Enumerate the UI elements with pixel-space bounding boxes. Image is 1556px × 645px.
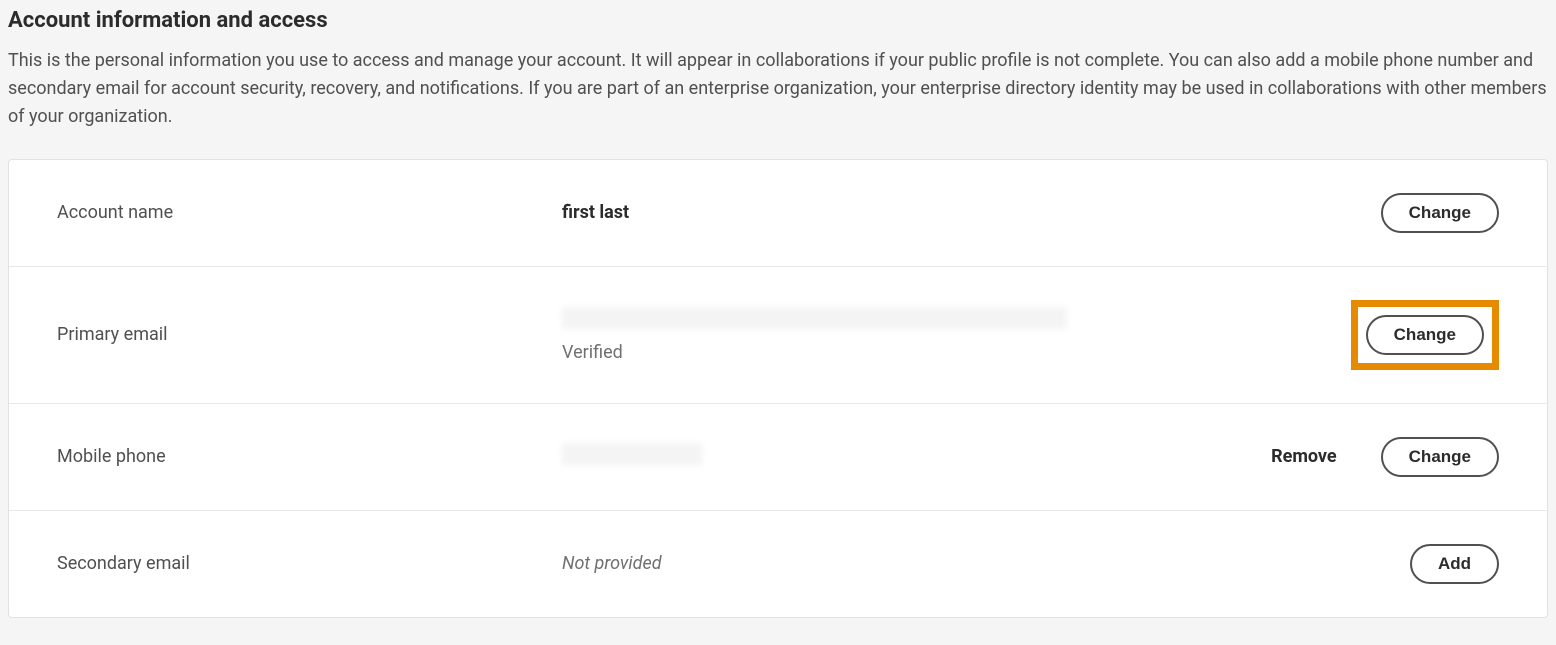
- section-description: This is the personal information you use…: [8, 47, 1548, 131]
- primary-email-status: Verified: [562, 342, 1351, 363]
- account-info-card: Account name first last Change Primary e…: [8, 159, 1548, 618]
- row-primary-email: Primary email Verified Change: [9, 267, 1547, 404]
- row-secondary-email: Secondary email Not provided Add: [9, 511, 1547, 617]
- secondary-email-text: Not provided: [562, 553, 662, 574]
- mobile-phone-label: Mobile phone: [57, 446, 562, 467]
- primary-email-actions: Change: [1351, 300, 1499, 370]
- primary-email-redacted: [562, 307, 1067, 329]
- account-name-text: first last: [562, 202, 629, 223]
- change-mobile-phone-button[interactable]: Change: [1381, 437, 1499, 477]
- section-title: Account information and access: [8, 8, 1548, 33]
- add-secondary-email-button[interactable]: Add: [1410, 544, 1499, 584]
- primary-email-value: Verified: [562, 307, 1351, 363]
- mobile-phone-actions: Remove Change: [1271, 437, 1499, 477]
- row-account-name: Account name first last Change: [9, 160, 1547, 267]
- change-account-name-button[interactable]: Change: [1381, 193, 1499, 233]
- primary-email-label: Primary email: [57, 324, 562, 345]
- secondary-email-actions: Add: [1410, 544, 1499, 584]
- secondary-email-value: Not provided: [562, 553, 1410, 574]
- mobile-phone-value: [562, 443, 1271, 470]
- row-mobile-phone: Mobile phone Remove Change: [9, 404, 1547, 511]
- account-name-value: first last: [562, 202, 1381, 223]
- secondary-email-label: Secondary email: [57, 553, 562, 574]
- primary-email-highlight: Change: [1351, 300, 1499, 370]
- mobile-phone-redacted: [562, 443, 702, 465]
- account-name-label: Account name: [57, 202, 562, 223]
- remove-mobile-phone-link[interactable]: Remove: [1271, 446, 1337, 467]
- account-name-actions: Change: [1381, 193, 1499, 233]
- change-primary-email-button[interactable]: Change: [1366, 315, 1484, 355]
